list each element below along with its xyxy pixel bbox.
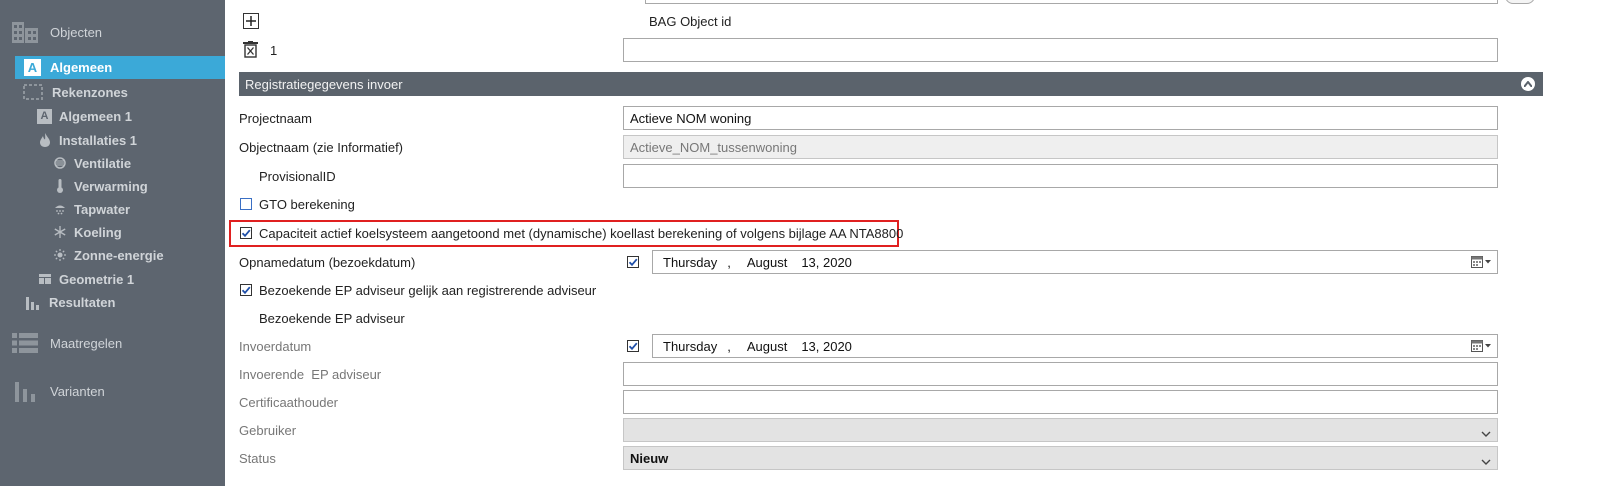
invoerende-adviseur-label: Invoerende EP adviseur (239, 367, 382, 382)
delete-icon[interactable] (243, 41, 259, 58)
calendar-dropdown-icon[interactable] (1471, 256, 1493, 268)
sidebar-item-ventilatie[interactable]: Ventilatie (53, 152, 131, 174)
variants-chart-icon (10, 378, 40, 404)
sidebar-item-label: Verwarming (74, 178, 148, 194)
sidebar-item-objecten[interactable]: Objecten (10, 18, 102, 46)
status-select[interactable]: Nieuw (623, 446, 1498, 470)
opname-month[interactable]: August (747, 255, 787, 270)
certificaathouder-input[interactable] (623, 390, 1498, 414)
sidebar-item-label: Tapwater (74, 201, 131, 217)
sidebar-item-label: Algemeen (50, 60, 113, 75)
invoerdatum-checkbox[interactable] (627, 340, 639, 352)
sidebar-item-koeling[interactable]: Koeling (53, 221, 122, 243)
top-partial-button[interactable] (1505, 0, 1535, 4)
shower-icon (53, 201, 67, 217)
sidebar-item-label: Algemeen 1 (59, 108, 132, 124)
objectnaam-input: Actieve_NOM_tussenwoning (623, 135, 1498, 159)
calendar-dropdown-icon[interactable] (1471, 340, 1493, 352)
sidebar-item-label: Zonne-energie (74, 247, 164, 263)
bag-object-id-label: BAG Object id (649, 14, 732, 29)
invoer-date[interactable]: 13, 2020 (801, 339, 852, 354)
chevron-down-icon (1481, 454, 1491, 469)
sidebar-item-zonne-energie[interactable]: Zonne-energie (53, 244, 164, 266)
gto-berekening-checkbox[interactable] (240, 198, 252, 210)
sidebar-item-rekenzones[interactable]: Rekenzones (22, 81, 128, 103)
list-icon (10, 330, 40, 356)
bezoekende-gelijk-checkbox[interactable] (240, 284, 252, 296)
sidebar-item-label: Installaties 1 (59, 132, 138, 148)
invoer-month[interactable]: August (747, 339, 787, 354)
status-value: Nieuw (630, 450, 669, 466)
projectnaam-label: Projectnaam (239, 111, 312, 126)
opname-date[interactable]: 13, 2020 (801, 255, 852, 270)
algemeen-badge-icon: A (24, 59, 41, 76)
sidebar-item-label: Geometrie 1 (59, 271, 135, 287)
invoer-separator: , (727, 338, 731, 354)
bag-object-id-input[interactable] (623, 38, 1498, 62)
sidebar-item-label: Objecten (50, 24, 103, 40)
invoerende-adviseur-input[interactable] (623, 362, 1498, 386)
opnamedatum-checkbox[interactable] (627, 256, 639, 268)
add-icon[interactable] (243, 13, 259, 29)
sidebar-item-label: Varianten (50, 383, 105, 399)
check-icon (628, 258, 638, 267)
sidebar-item-tapwater[interactable]: Tapwater (53, 198, 130, 220)
sidebar-item-verwarming[interactable]: Verwarming (53, 175, 148, 197)
flame-icon (38, 132, 52, 148)
snowflake-icon (53, 224, 67, 240)
objectnaam-label: Objectnaam (zie Informatief) (239, 140, 404, 155)
sun-icon (53, 247, 67, 263)
bezoekende-gelijk-label: Bezoekende EP adviseur gelijk aan regist… (259, 283, 597, 298)
section-title: Registratiegegevens invoer (245, 76, 403, 92)
sidebar-item-label: Resultaten (49, 294, 116, 310)
projectnaam-input[interactable]: Actieve NOM woning (623, 106, 1498, 130)
sidebar-item-label: Rekenzones (52, 84, 128, 100)
sidebar: Objecten A Algemeen Rekenzones A Algemee… (0, 0, 225, 486)
bezoekende-adviseur-label: Bezoekende EP adviseur (259, 311, 405, 326)
sidebar-item-algemeen-1[interactable]: A Algemeen 1 (37, 105, 132, 127)
thermometer-icon (53, 178, 67, 194)
capaciteit-label: Capaciteit actief koelsysteem aangetoond… (259, 226, 904, 241)
sidebar-item-label: Maatregelen (50, 335, 123, 351)
sidebar-item-algemeen[interactable]: A Algemeen (15, 56, 225, 79)
sidebar-item-varianten[interactable]: Varianten (10, 377, 105, 405)
chevron-down-icon (1481, 426, 1491, 441)
opname-separator: , (727, 254, 731, 270)
sidebar-item-label: Koeling (74, 224, 122, 240)
status-label: Status (239, 451, 276, 466)
gto-berekening-label: GTO berekening (259, 197, 355, 212)
opnamedatum-date-picker[interactable]: Thursday , August 13, 2020 (652, 250, 1498, 274)
provisional-id-label: ProvisionalID (259, 169, 336, 184)
check-icon (241, 286, 251, 295)
bar-chart-icon (24, 293, 42, 311)
gebruiker-select[interactable] (623, 418, 1498, 442)
zones-icon (22, 83, 44, 101)
opname-day[interactable]: Thursday (663, 255, 717, 270)
sidebar-item-maatregelen[interactable]: Maatregelen (10, 329, 122, 357)
collapse-up-icon[interactable] (1521, 77, 1535, 91)
item-count: 1 (270, 43, 278, 58)
check-icon (628, 342, 638, 351)
check-icon (241, 229, 251, 238)
geometry-icon (38, 271, 52, 287)
sidebar-item-geometrie-1[interactable]: Geometrie 1 (38, 268, 134, 290)
algemeen-1-badge-icon: A (37, 108, 52, 124)
provisional-id-input[interactable] (623, 164, 1498, 188)
opnamedatum-label: Opnamedatum (bezoekdatum) (239, 255, 416, 270)
capaciteit-checkbox[interactable] (240, 227, 252, 239)
top-partial-input[interactable] (645, 0, 1498, 4)
ventilation-icon (53, 155, 67, 171)
invoerdatum-label: Invoerdatum (239, 339, 312, 354)
sidebar-item-label: Ventilatie (74, 155, 132, 171)
invoer-day[interactable]: Thursday (663, 339, 717, 354)
sidebar-item-resultaten[interactable]: Resultaten (24, 291, 115, 313)
invoerdatum-date-picker[interactable]: Thursday , August 13, 2020 (652, 334, 1498, 358)
building-icon (10, 19, 40, 45)
section-header-registratiegegevens[interactable]: Registratiegegevens invoer (239, 72, 1543, 96)
main-content: BAG Object id 1 Registratiegegevens invo… (225, 0, 1621, 486)
sidebar-item-installaties-1[interactable]: Installaties 1 (38, 129, 137, 151)
gebruiker-label: Gebruiker (239, 423, 297, 438)
certificaathouder-label: Certificaathouder (239, 395, 338, 410)
